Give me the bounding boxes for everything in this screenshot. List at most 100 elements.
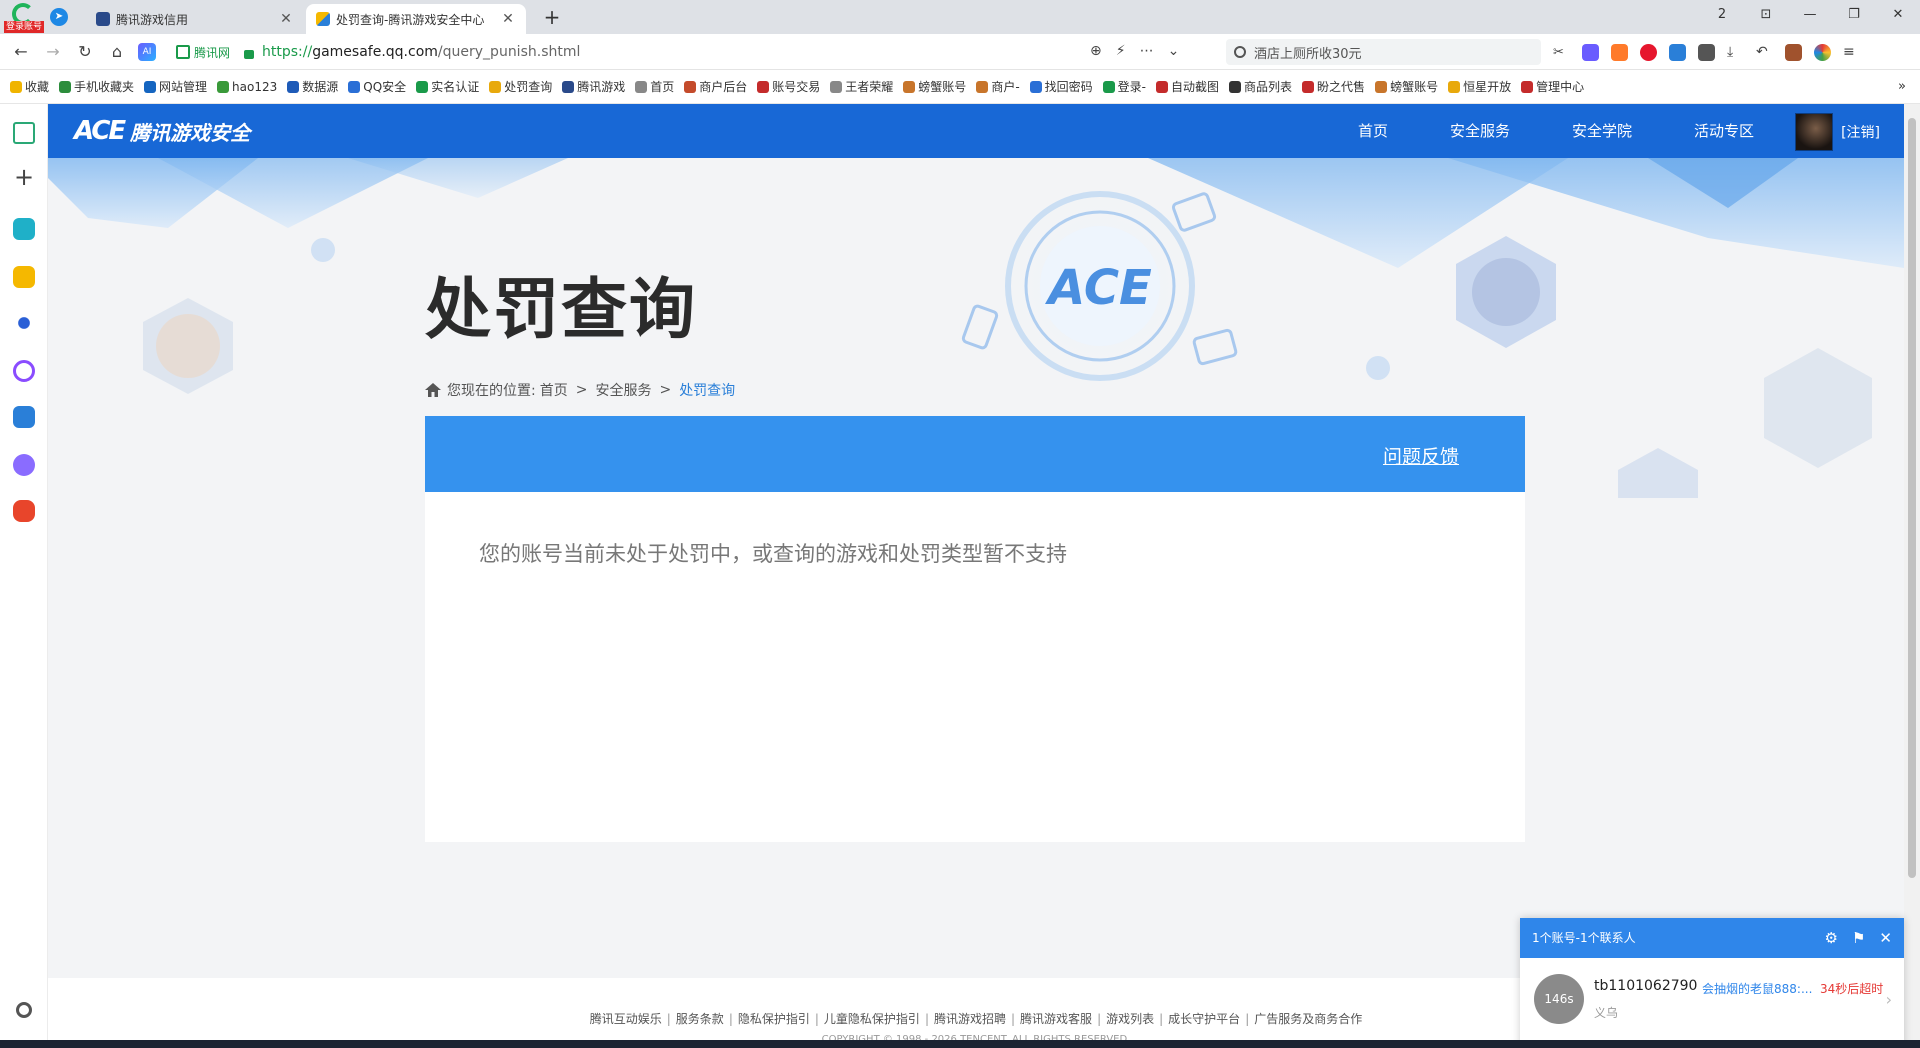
browser-logo-icon[interactable]: 登录账号 [4,3,45,33]
footer-link[interactable]: 腾讯互动娱乐 [590,1012,662,1026]
bookmark-item[interactable]: 螃蟹账号 [1375,78,1438,95]
sidebar-app-ai2-icon[interactable] [13,406,35,428]
bookmark-item[interactable]: 实名认证 [416,78,479,95]
bookmark-item[interactable]: 腾讯游戏 [562,78,625,95]
tab-punish-query[interactable]: 处罚查询-腾讯游戏安全中心 ✕ [306,4,526,34]
feedback-link[interactable]: 问题反馈 [1383,442,1459,469]
menu-icon[interactable]: ≡ [1843,44,1860,61]
chat-contact-row[interactable]: 146s tb1101062790 会抽烟的老鼠888:... 34秒后超时 义… [1520,958,1904,1048]
sidebar-app-star-icon[interactable] [13,266,35,288]
toolbox-icon[interactable] [1785,44,1802,61]
chat-notification-popup[interactable]: 1个账号-1个联系人 ⚙ ⚑ ✕ 146s tb1101062790 会抽烟的老… [1520,918,1904,1048]
tab-count-icon[interactable]: 2 [1700,0,1744,30]
site-identity-badge[interactable]: 腾讯网 [176,44,230,61]
colorful-app-icon[interactable] [1814,44,1831,61]
breadcrumb-home-link[interactable]: 首页 [540,380,568,400]
bookmark-item[interactable]: 登录- [1102,78,1146,95]
login-badge[interactable]: 登录账号 [4,21,45,33]
site-logo[interactable]: ACE 腾讯游戏安全 [74,116,250,146]
close-tab-icon[interactable]: ✕ [278,11,294,27]
nav-activity-zone[interactable]: 活动专区 [1694,104,1754,158]
bookmark-item[interactable]: hao123 [217,80,277,94]
bookmark-item[interactable]: 王者荣耀 [830,78,893,95]
bookmark-item[interactable]: 手机收藏夹 [59,78,134,95]
breadcrumb-security-services-link[interactable]: 安全服务 [595,380,651,400]
scissors-icon[interactable]: ✂ [1553,44,1570,61]
translate-icon[interactable] [1582,44,1599,61]
forward-arrow-icon[interactable]: → [42,41,64,63]
download-icon[interactable]: ⤓ [1727,44,1744,61]
bookmark-item[interactable]: 账号交易 [757,78,820,95]
reload-icon[interactable]: ↻ [74,41,96,63]
pinned-tab-telegram-icon[interactable]: ➤ [50,8,68,26]
bookmark-item[interactable]: 螃蟹账号 [903,78,966,95]
sidebar-add-icon[interactable]: + [13,165,35,189]
search-input[interactable]: 酒店上厕所收30元 [1226,39,1541,65]
footer-link[interactable]: 广告服务及商务合作 [1254,1012,1362,1026]
gear-icon[interactable] [16,1002,32,1018]
bookmark-item[interactable]: 恒星开放 [1448,78,1511,95]
back-arrow-icon[interactable]: ← [10,41,32,63]
footer-separator: | [1011,1012,1016,1026]
bookmark-item[interactable]: 盼之代售 [1302,78,1365,95]
bookmark-item[interactable]: 商户- [976,78,1020,95]
bookmark-item[interactable]: 网站管理 [144,78,207,95]
sidebar-app-ai-icon[interactable] [13,360,35,382]
bookmark-item[interactable]: 自动截图 [1156,78,1219,95]
chevron-right-icon[interactable]: › [1886,990,1892,1009]
home-icon[interactable]: ⌂ [106,41,128,63]
footer-link[interactable]: 腾讯游戏招聘 [934,1012,1006,1026]
sidebar-app-translate-icon[interactable] [13,218,35,240]
nav-security-academy[interactable]: 安全学院 [1572,104,1632,158]
skin-icon[interactable]: ⊡ [1744,0,1788,30]
bookmarks-more-icon[interactable]: » [1898,79,1906,94]
logout-link[interactable]: [注销] [1841,122,1880,142]
sidebar-app-network-icon[interactable] [13,312,35,334]
footer-link[interactable]: 服务条款 [676,1012,724,1026]
bookmark-item[interactable]: 找回密码 [1029,78,1093,95]
puzzle-icon[interactable] [1698,44,1715,61]
tab-game-credit[interactable]: 腾讯游戏信用 ✕ [86,4,304,34]
page-scrollbar[interactable] [1904,104,1920,1048]
close-window-button[interactable]: ✕ [1876,0,1920,30]
footer-link[interactable]: 成长守护平台 [1168,1012,1240,1026]
more-dots-icon[interactable]: ⋯ [1140,43,1154,59]
close-tab-icon[interactable]: ✕ [500,11,516,27]
sidebar-home-icon[interactable] [13,122,35,144]
footer-link[interactable]: 游戏列表 [1106,1012,1154,1026]
zoom-icon[interactable]: ⊕ [1090,43,1102,59]
minimize-button[interactable]: — [1788,0,1832,30]
pin-icon[interactable]: ⚑ [1852,918,1865,958]
sidebar-app-gamepad-icon[interactable] [13,500,35,522]
scrollbar-thumb[interactable] [1908,118,1916,878]
bookmark-item[interactable]: 首页 [635,78,674,95]
weibo-icon[interactable] [1640,44,1657,61]
close-icon[interactable]: ✕ [1879,918,1892,958]
footer-link[interactable]: 儿童隐私保护指引 [824,1012,920,1026]
bookmark-item[interactable]: 收藏 [10,78,49,95]
lightning-icon[interactable]: ⚡ [1116,43,1126,59]
undo-icon[interactable]: ↶ [1756,44,1773,61]
chevron-down-icon[interactable]: ⌄ [1168,43,1180,59]
url-field[interactable]: 腾讯网 https:// gamesafe.qq.com /query_puni… [176,39,1201,65]
bookmark-item[interactable]: 处罚查询 [489,78,552,95]
footer-link[interactable]: 腾讯游戏客服 [1020,1012,1092,1026]
game-icon[interactable] [1611,44,1628,61]
footer-link[interactable]: 隐私保护指引 [738,1012,810,1026]
bookmark-item[interactable]: QQ安全 [348,78,406,95]
lock-icon[interactable] [244,49,255,59]
sidebar-app-chat-icon[interactable] [13,454,35,476]
bookmark-item[interactable]: 管理中心 [1521,78,1584,95]
restore-button[interactable]: ❐ [1832,0,1876,30]
nav-security-services[interactable]: 安全服务 [1450,104,1510,158]
bookmark-item[interactable]: 数据源 [287,78,338,95]
bookmark-item[interactable]: 商品列表 [1229,78,1292,95]
ai-assistant-icon[interactable]: AI [138,43,156,61]
bookmark-favicon-icon [1229,80,1242,93]
new-tab-button[interactable]: + [538,4,566,30]
mail-icon[interactable] [1669,44,1686,61]
bookmark-item[interactable]: 商户后台 [684,78,747,95]
settings-icon[interactable]: ⚙ [1825,918,1838,958]
nav-home[interactable]: 首页 [1358,104,1388,158]
avatar[interactable] [1795,113,1834,151]
